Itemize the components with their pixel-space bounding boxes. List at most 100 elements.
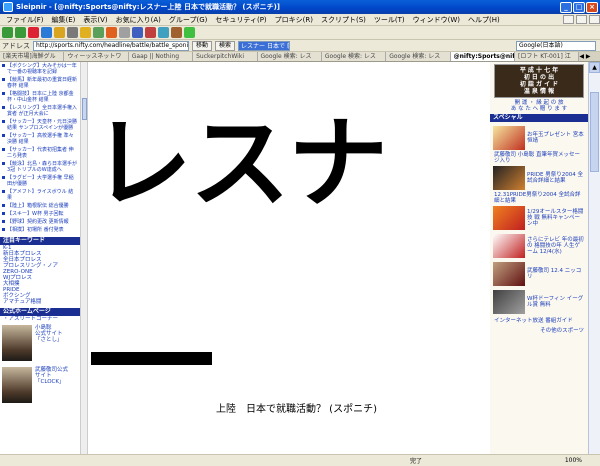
special-item[interactable]: お年玉プレゼント 宮本恒靖 xyxy=(490,124,588,152)
special-item[interactable]: W杯ドーフィン イーグル賞 無料 xyxy=(490,288,588,316)
news-item[interactable]: 【サッカー】代表初招集者 伸二ら発表 xyxy=(0,146,80,160)
status-bar: 完了 100% xyxy=(0,454,600,466)
news-list: 【ボクシング】大みそかは一年で一番の視聴率を記録 【競馬】新年最初の重賞日経新春… xyxy=(0,62,80,234)
tab-active[interactable]: @nifty:Sports@nift xyxy=(450,52,515,61)
tab[interactable]: [楽天市場]海鮮グル xyxy=(0,52,65,61)
menu-view[interactable]: 表示(V) xyxy=(79,15,111,25)
special-thumb xyxy=(493,206,525,230)
news-item[interactable]: 【ボクシング】大みそかは一年で一番の視聴率を記録 xyxy=(0,62,80,76)
special-sub-link[interactable]: インターネット放送 番組ガイド xyxy=(490,316,588,326)
tab[interactable]: SuckerpitchWiki xyxy=(193,52,258,61)
tab[interactable]: Google 検索: レス xyxy=(386,52,451,61)
window-controls: _ □ × xyxy=(560,1,598,13)
news-item[interactable]: 【競馬】新年最初の重賞日経新春杯 結果 xyxy=(0,76,80,90)
tab[interactable]: ウィーッスネットワ xyxy=(64,52,129,61)
menu-close-button[interactable] xyxy=(589,15,600,24)
back-icon[interactable] xyxy=(2,27,13,38)
new-year-ad-banner[interactable]: 平 成 十 七 年 初 日 の 出 初 詣 ガ イ ド 温 泉 情 報 xyxy=(494,64,584,98)
special-item[interactable]: PRIDE 男祭り2004 全試合詳細と結果 xyxy=(490,164,588,192)
menu-tools[interactable]: ツール(T) xyxy=(370,15,409,25)
long-dash-mark xyxy=(91,352,212,365)
special-sub-link[interactable]: 12.31PRIDE男祭り2004 全試合詳細と結果 xyxy=(490,192,588,204)
news-item[interactable]: 【競泳】北島・森ら日本選手が3冠 トリプルのW達成へ xyxy=(0,160,80,174)
news-item[interactable]: 【レスリング】全日本選手権入賞者 が正月大会に xyxy=(0,104,80,118)
menu-window[interactable]: ウィンドウ(W) xyxy=(409,15,464,25)
app-icon xyxy=(3,2,13,12)
special-item[interactable]: 武藤敬司 12.4 ニッコリ xyxy=(490,260,588,288)
special-text: 1/29オールスター格闘技 戦 無料キャンペーン中 xyxy=(527,209,584,227)
favorites-icon[interactable] xyxy=(80,27,91,38)
maximize-button[interactable]: □ xyxy=(573,1,585,13)
tab[interactable]: Google 検索: レス xyxy=(321,52,387,61)
search-icon[interactable] xyxy=(67,27,78,38)
news-item[interactable]: 【スキー】W杯 男子回転 xyxy=(0,210,80,218)
script-icon[interactable] xyxy=(158,27,169,38)
news-item[interactable]: 【格闘技】日本に上陸 京都金杯・中山金杯 結果 xyxy=(0,90,80,104)
special-item[interactable]: さらにテレビ 年の最初の 格闘技の年 人生ゲーム 12/4(水) xyxy=(490,232,588,260)
news-item[interactable]: 【陸上】箱根駅伝 総合優勝 xyxy=(0,202,80,210)
special-item[interactable]: 1/29オールスター格闘技 戦 無料キャンペーン中 xyxy=(490,204,588,232)
news-item[interactable]: 【アメフト】ライスボウル 結果 xyxy=(0,188,80,202)
menu-min-button[interactable] xyxy=(563,15,574,24)
print-icon[interactable] xyxy=(106,27,117,38)
menu-restore-button[interactable] xyxy=(576,15,587,24)
keyword-list: K-1 新日本プロレス 全日本プロレス プロレスリング・ノア ZERO-ONE … xyxy=(0,245,80,305)
left-scrollbar-thumb[interactable] xyxy=(82,98,87,120)
new-window-icon[interactable] xyxy=(184,27,195,38)
security-icon[interactable] xyxy=(145,27,156,38)
news-item[interactable]: 【ラグビー】大学選手権 早稲田が優勝 xyxy=(0,174,80,188)
tab[interactable]: Gaap || Nothing xyxy=(128,52,194,61)
menu-edit[interactable]: 編集(E) xyxy=(48,15,80,25)
tab[interactable]: Google 検索: レス xyxy=(257,52,322,61)
tab-scroll-arrows[interactable]: ◀ ▶ × xyxy=(579,52,600,69)
home-icon[interactable] xyxy=(54,27,65,38)
profile-card[interactable]: 武藤敬司公式 サイト 「CLOCK」 xyxy=(0,364,80,406)
stop-icon[interactable] xyxy=(28,27,39,38)
page-scrollbar[interactable]: ▲ xyxy=(588,62,600,454)
menu-script[interactable]: スクリプト(S) xyxy=(317,15,370,25)
tab[interactable]: [ロフト KT-001] 江 xyxy=(515,52,580,61)
headline-area: レスナ 上陸 日本で就職活動？ (スポニチ) xyxy=(88,62,490,454)
tab-bar: [楽天市場]海鮮グル ウィーッスネットワ Gaap || Nothing Suc… xyxy=(0,52,600,69)
new-year-ad-link[interactable]: 開 運 ・ 縁 起 の 旅 あ な た へ 贈 り ま す xyxy=(490,100,588,112)
search-input[interactable] xyxy=(238,40,291,51)
menu-help[interactable]: ヘルプ(H) xyxy=(464,15,504,25)
close-button[interactable]: × xyxy=(586,1,598,13)
page-scrollbar-thumb[interactable] xyxy=(590,92,599,172)
page-content: 【ボクシング】大みそかは一年で一番の視聴率を記録 【競馬】新年最初の重賞日経新春… xyxy=(0,62,600,454)
mail-icon[interactable] xyxy=(119,27,130,38)
minimize-button[interactable]: _ xyxy=(560,1,572,13)
athlete-photo xyxy=(2,367,32,403)
menu-security[interactable]: セキュリティ(P) xyxy=(211,15,270,25)
menu-group[interactable]: グループ(G) xyxy=(165,15,211,25)
special-sub-link[interactable]: 武藤敬司 小島聡 直筆年賀メッセージ入り xyxy=(490,152,588,164)
history-icon[interactable] xyxy=(93,27,104,38)
news-item[interactable]: 【相撲】初場所 番付発表 xyxy=(0,226,80,234)
refresh-icon[interactable] xyxy=(41,27,52,38)
keyword-link[interactable]: アマチュア格闘 xyxy=(0,299,80,305)
right-column: 平 成 十 七 年 初 日 の 出 初 詣 ガ イ ド 温 泉 情 報 開 運 … xyxy=(490,62,588,454)
big-headline: レスナ xyxy=(92,105,388,222)
left-scrollbar[interactable] xyxy=(80,62,88,454)
menu-file[interactable]: ファイル(F) xyxy=(2,15,48,25)
profile-card[interactable]: 小島聡 公式サイト 「さとし」 xyxy=(0,322,80,364)
menu-proxy[interactable]: プロキシ(R) xyxy=(271,15,317,25)
menu-favorites[interactable]: お気に入り(A) xyxy=(112,15,165,25)
search-button[interactable]: 検索 xyxy=(215,40,236,51)
forward-icon[interactable] xyxy=(15,27,26,38)
tools-icon[interactable] xyxy=(171,27,182,38)
title-bar: Sleipnir - [@nifty:Sports@nifty:レスナー上陸 日… xyxy=(0,0,600,14)
scroll-up-arrow-icon[interactable]: ▲ xyxy=(589,62,600,73)
special-thumb xyxy=(493,126,525,150)
search-engine-select[interactable]: Google(日本語) xyxy=(516,40,596,51)
special-text: W杯ドーフィン イーグル賞 無料 xyxy=(527,296,584,308)
news-item[interactable]: 【サッカー】高校選手権 準々決勝 結果 xyxy=(0,132,80,146)
go-button[interactable]: 移動 xyxy=(192,40,213,51)
news-item[interactable]: 【サッカー】天皇杯・元日決勝結果 サンプロスペインが優勝 xyxy=(0,118,80,132)
url-input[interactable] xyxy=(33,40,189,51)
more-sports-link[interactable]: その他のスポーツ xyxy=(490,326,588,336)
window-title: Sleipnir - [@nifty:Sports@nifty:レスナー上陸 日… xyxy=(16,3,280,11)
group-icon[interactable] xyxy=(132,27,143,38)
news-item[interactable]: 【野球】契約更改 更新情報 xyxy=(0,218,80,226)
zoom-level[interactable]: 100% xyxy=(565,457,582,464)
